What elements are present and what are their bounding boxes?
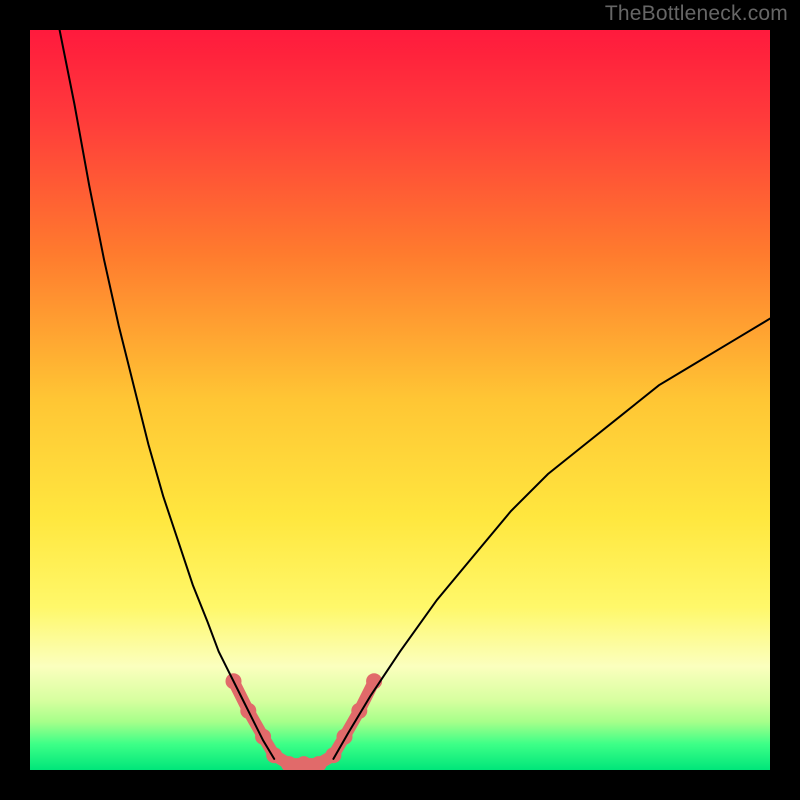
chart-stage: TheBottleneck.com xyxy=(0,0,800,800)
optimal-band-marker xyxy=(311,756,327,772)
chart-svg xyxy=(0,0,800,800)
watermark-text: TheBottleneck.com xyxy=(605,2,788,26)
optimal-band-marker xyxy=(296,756,312,772)
plot-background xyxy=(30,30,770,770)
optimal-band-marker xyxy=(281,756,297,772)
